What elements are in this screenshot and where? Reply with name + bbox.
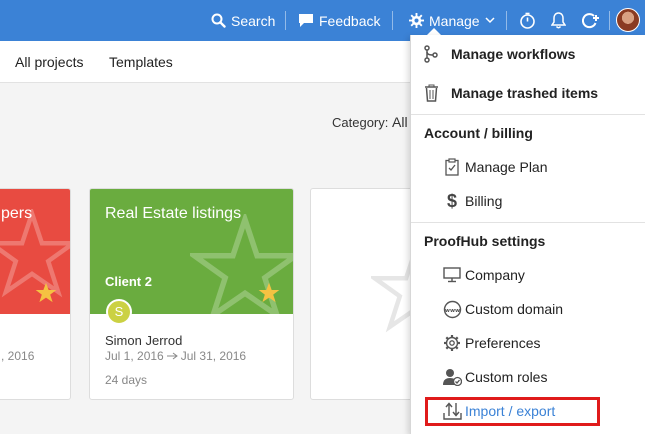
trash-icon — [421, 83, 441, 103]
section-heading-account-billing: Account / billing — [424, 125, 533, 141]
menu-item-label: Manage trashed items — [451, 85, 599, 101]
category-label: Category: — [332, 115, 389, 130]
dropdown-caret — [427, 28, 441, 35]
project-card[interactable]: pers , 2016 — [0, 188, 71, 400]
chat-bubble-icon — [298, 13, 314, 28]
monitor-icon — [442, 265, 462, 285]
add-circle-icon — [582, 12, 600, 29]
owner-avatar: S — [106, 299, 132, 325]
arrow-right-icon — [166, 352, 178, 360]
timer-icon — [519, 12, 536, 29]
bell-icon — [551, 12, 566, 29]
owner-name: Simon Jerrod — [105, 333, 183, 348]
workflow-icon — [421, 44, 441, 64]
chevron-down-icon — [485, 17, 495, 24]
menu-item-label: Manage Plan — [465, 159, 548, 175]
feedback-button[interactable]: Feedback — [298, 0, 380, 41]
menu-item-custom-domain[interactable]: www Custom domain — [411, 292, 645, 326]
gear-icon — [442, 333, 462, 353]
menu-item-company[interactable]: Company — [411, 258, 645, 292]
menu-item-label: Preferences — [465, 335, 541, 351]
tab-templates[interactable]: Templates — [109, 54, 173, 70]
search-icon — [211, 13, 226, 28]
project-title: pers — [1, 205, 33, 222]
divider — [506, 11, 507, 30]
menu-item-manage-plan[interactable]: Manage Plan — [411, 150, 645, 184]
import-export-highlight-box — [425, 397, 600, 426]
favorite-star-icon[interactable] — [35, 282, 57, 303]
section-heading-proofhub-settings: ProofHub settings — [424, 233, 546, 249]
divider — [609, 11, 610, 30]
project-title: Real Estate listings — [105, 205, 242, 222]
manage-label: Manage — [429, 12, 480, 29]
user-check-icon — [442, 367, 462, 387]
gear-icon — [409, 13, 424, 28]
menu-item-manage-trashed-items[interactable]: Manage trashed items — [411, 76, 645, 110]
divider — [411, 114, 645, 115]
search-label: Search — [231, 12, 276, 29]
menu-item-label: Manage workflows — [451, 46, 576, 62]
manage-dropdown: Manage workflows Manage trashed items Ac… — [410, 35, 645, 434]
www-globe-icon: www — [442, 299, 462, 319]
clipboard-icon — [442, 157, 462, 177]
card-header: pers — [0, 189, 70, 314]
category-filter[interactable]: Category: All — [332, 114, 408, 130]
project-dates: Jul 1, 2016 Jul 31, 2016 — [105, 349, 246, 363]
tab-all-projects[interactable]: All projects — [15, 54, 83, 70]
menu-item-label: Billing — [465, 193, 503, 209]
start-date: Jul 1, 2016 — [105, 349, 164, 363]
menu-item-preferences[interactable]: Preferences — [411, 326, 645, 360]
client-name: Client 2 — [105, 274, 152, 289]
category-value: All — [392, 114, 408, 130]
divider — [411, 222, 645, 223]
divider — [392, 11, 393, 30]
duration: 24 days — [105, 373, 148, 387]
svg-text:www: www — [444, 308, 459, 314]
dollar-icon: $ — [446, 190, 457, 211]
favorite-star-icon[interactable] — [258, 282, 280, 303]
project-dates: , 2016 — [1, 349, 35, 363]
menu-item-billing[interactable]: $ Billing — [411, 184, 645, 218]
divider — [285, 11, 286, 30]
menu-item-custom-roles[interactable]: Custom roles — [411, 360, 645, 394]
menu-item-label: Company — [465, 267, 525, 283]
end-date: Jul 31, 2016 — [180, 349, 247, 363]
project-card[interactable]: Real Estate listings Client 2 S Simon Je… — [89, 188, 294, 400]
feedback-label: Feedback — [319, 12, 381, 29]
search-button[interactable]: Search — [211, 0, 275, 41]
menu-item-label: Custom roles — [465, 369, 548, 385]
card-header: Real Estate listings Client 2 — [90, 189, 293, 314]
menu-item-label: Custom domain — [465, 301, 564, 317]
avatar[interactable] — [616, 8, 640, 32]
menu-item-manage-workflows[interactable]: Manage workflows — [411, 37, 645, 71]
